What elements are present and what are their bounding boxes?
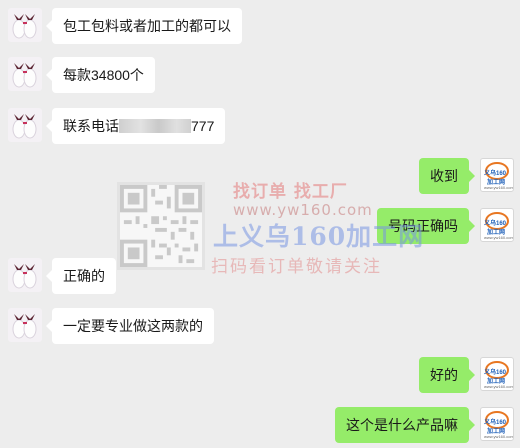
contact-avatar[interactable] — [8, 8, 42, 42]
message-received: 每款34800个 — [0, 57, 520, 93]
logo-url: www.yw160.com — [484, 185, 514, 190]
contact-avatar-image — [12, 14, 37, 39]
message-bubble[interactable]: 号码正确吗 — [377, 208, 475, 244]
contact-avatar-image — [12, 63, 37, 88]
logo-url: www.yw160.com — [484, 384, 514, 389]
message-received: 包工包料或者加工的都可以 — [0, 8, 520, 44]
chat-area: 包工包料或者加工的都可以 每款34800个 联系电话 777 义乌160 加工网… — [0, 0, 520, 448]
redacted-phone-number — [119, 119, 191, 133]
message-bubble[interactable]: 一定要专业做这两款的 — [46, 308, 214, 344]
message-sent: 义乌160 加工网 www.yw160.com 好的 — [0, 357, 520, 393]
contact-avatar[interactable] — [8, 258, 42, 292]
contact-avatar-image — [12, 264, 37, 289]
self-avatar[interactable]: 义乌160 加工网 www.yw160.com — [480, 158, 514, 192]
logo-url: www.yw160.com — [484, 235, 514, 240]
message-bubble[interactable]: 每款34800个 — [46, 57, 155, 93]
message-received: 一定要专业做这两款的 — [0, 308, 520, 344]
message-bubble[interactable]: 包工包料或者加工的都可以 — [46, 8, 242, 44]
logo-url: www.yw160.com — [484, 434, 514, 439]
logo-text: 义乌160 — [484, 171, 507, 177]
logo-text: 义乌160 — [484, 420, 507, 426]
message-bubble[interactable]: 正确的 — [46, 258, 116, 294]
self-avatar[interactable]: 义乌160 加工网 www.yw160.com — [480, 357, 514, 391]
contact-avatar[interactable] — [8, 308, 42, 342]
message-received: 正确的 — [0, 258, 520, 294]
message-sent: 义乌160 加工网 www.yw160.com 收到 — [0, 158, 520, 194]
message-bubble[interactable]: 好的 — [419, 357, 475, 393]
contact-avatar[interactable] — [8, 57, 42, 91]
message-bubble[interactable]: 联系电话 777 — [45, 108, 226, 144]
message-text: 777 — [191, 118, 215, 134]
contact-avatar[interactable] — [8, 108, 42, 142]
message-text: 联系电话 — [63, 118, 119, 134]
message-bubble[interactable]: 这个是什么产品嘛 — [335, 407, 475, 443]
message-bubble[interactable]: 收到 — [419, 158, 475, 194]
logo-text: 义乌160 — [484, 221, 507, 227]
contact-avatar-image — [12, 114, 37, 139]
self-avatar[interactable]: 义乌160 加工网 www.yw160.com — [480, 407, 514, 441]
self-avatar[interactable]: 义乌160 加工网 www.yw160.com — [480, 208, 514, 242]
message-sent: 义乌160 加工网 www.yw160.com 号码正确吗 — [0, 208, 520, 244]
message-sent: 义乌160 加工网 www.yw160.com 这个是什么产品嘛 — [0, 407, 520, 443]
message-received: 联系电话 777 — [0, 108, 520, 144]
logo-text: 义乌160 — [484, 370, 507, 376]
contact-avatar-image — [12, 314, 37, 339]
